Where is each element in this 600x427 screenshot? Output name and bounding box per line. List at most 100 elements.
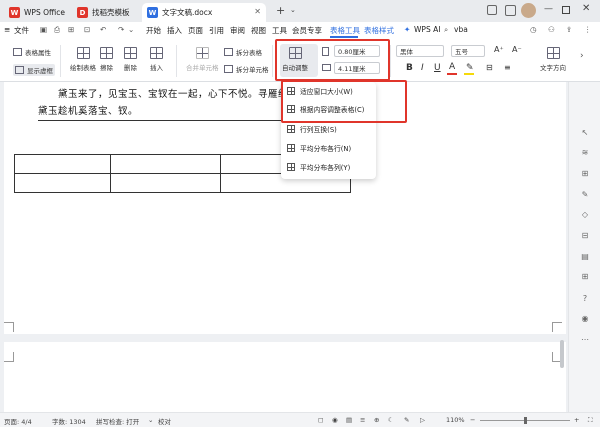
zoom-level[interactable]: 110%: [446, 416, 465, 424]
scrollbar[interactable]: [560, 340, 564, 368]
highlight-icon[interactable]: ✎: [466, 63, 474, 73]
collab-icon[interactable]: ⚇: [548, 25, 555, 34]
shape-icon[interactable]: ◇: [580, 210, 590, 220]
cursor-icon[interactable]: ↖: [580, 128, 590, 138]
menu-start[interactable]: 开始: [146, 25, 161, 36]
zoom-out-icon[interactable]: −: [470, 416, 475, 424]
location-icon[interactable]: ◉: [580, 314, 590, 324]
delete-button[interactable]: 删除: [124, 47, 137, 72]
menu-item-distribute-cols[interactable]: 平均分布各列(Y): [287, 161, 350, 173]
chevron-down-icon[interactable]: ⌄: [290, 6, 296, 14]
table-props-button[interactable]: 表格属性: [13, 47, 51, 57]
window-close-icon[interactable]: ✕: [582, 3, 590, 14]
font-size-select[interactable]: 五号: [451, 45, 485, 57]
avatar[interactable]: [521, 3, 536, 18]
history-icon[interactable]: ◷: [530, 25, 537, 34]
new-tab-icon[interactable]: +: [276, 4, 285, 17]
style-icon[interactable]: ≋: [580, 148, 590, 158]
font-color-button[interactable]: A: [449, 62, 455, 72]
window-layout-icon[interactable]: [487, 5, 497, 15]
fullscreen-icon[interactable]: ⛶: [588, 416, 593, 425]
menu-insert[interactable]: 插入: [167, 25, 182, 36]
zoom-slider-thumb[interactable]: [524, 417, 527, 424]
tab-docer[interactable]: D 找稻壳模板: [72, 3, 138, 22]
font-grow-icon[interactable]: A⁺: [494, 45, 504, 54]
redo-icon[interactable]: ↷: [118, 25, 124, 34]
help-icon[interactable]: ?: [580, 294, 590, 304]
word-count[interactable]: 字数: 1304: [52, 416, 86, 426]
menu-page[interactable]: 页面: [188, 25, 203, 36]
search-text[interactable]: vba: [454, 25, 468, 34]
minimize-icon[interactable]: —: [544, 4, 553, 14]
close-icon[interactable]: ✕: [254, 7, 261, 16]
undo-icon[interactable]: ↶: [100, 25, 106, 34]
save-icon[interactable]: ▣: [40, 25, 47, 34]
table-cell[interactable]: [14, 173, 111, 193]
page-view-icon[interactable]: ▤: [346, 416, 352, 424]
insert-button[interactable]: 插入: [150, 47, 163, 72]
align-icon[interactable]: ≡: [504, 63, 511, 72]
format-icon[interactable]: ⊞: [580, 169, 590, 179]
spell-check[interactable]: 拼写检查: 打开: [96, 416, 139, 426]
menu-member[interactable]: 会员专享: [292, 25, 322, 36]
menu-file[interactable]: 文件: [14, 25, 29, 36]
grid-tool-icon[interactable]: ⊟: [580, 231, 590, 241]
menu-wps-ai[interactable]: WPS AI: [414, 25, 440, 34]
more-tools-icon[interactable]: ⋯: [580, 335, 590, 345]
show-grid-button[interactable]: 显示虚框: [13, 64, 55, 76]
menu-review[interactable]: 审阅: [230, 25, 245, 36]
menu-item-transpose[interactable]: 行列互换(S): [287, 123, 337, 135]
outline-view-icon[interactable]: ≡: [360, 416, 365, 424]
menu-table-tools[interactable]: 表格工具: [330, 25, 360, 36]
export-icon[interactable]: ⎙: [54, 25, 60, 35]
menu-view[interactable]: 视图: [251, 25, 266, 36]
tab-label: 文字文稿.docx: [162, 8, 213, 17]
right-sidebar: ↖ ≋ ⊞ ✎ ◇ ⊟ ▤ ⊞ ? ◉ ⋯: [568, 82, 600, 412]
menu-item-distribute-rows[interactable]: 平均分布各行(N): [287, 142, 351, 154]
font-name-select[interactable]: 黑体: [396, 45, 444, 57]
menu-reference[interactable]: 引用: [209, 25, 224, 36]
table-cell[interactable]: [14, 154, 111, 174]
chevron-down-icon[interactable]: ⌄: [148, 416, 153, 424]
maximize-icon[interactable]: [562, 6, 570, 14]
tile-windows-icon[interactable]: [505, 5, 516, 16]
more-icon[interactable]: ⌄: [128, 25, 134, 34]
print-icon[interactable]: ⊞: [68, 25, 74, 34]
read-view-icon[interactable]: ☾: [388, 416, 394, 424]
view-icon[interactable]: ◉: [332, 416, 338, 424]
pen-icon[interactable]: ✎: [580, 190, 590, 200]
chevron-right-icon[interactable]: ›: [580, 51, 584, 61]
tab-wps-office[interactable]: W WPS Office: [4, 3, 70, 22]
write-view-icon[interactable]: ✎: [404, 416, 409, 424]
merge-cells-button[interactable]: 合并单元格: [186, 47, 219, 72]
hamburger-icon[interactable]: ≡: [4, 25, 10, 34]
focus-mode-icon[interactable]: ◻: [318, 416, 323, 424]
tab-document[interactable]: W 文字文稿.docx ✕: [142, 3, 266, 22]
more-menu-icon[interactable]: ⋮: [584, 25, 592, 34]
menu-tools[interactable]: 工具: [272, 25, 287, 36]
italic-button[interactable]: I: [421, 63, 424, 73]
table-tool-icon[interactable]: ⊞: [580, 272, 590, 282]
split-table-button[interactable]: 拆分表格: [224, 47, 262, 57]
menu-table-style[interactable]: 表格样式: [364, 25, 394, 36]
layout-icon[interactable]: ▤: [580, 252, 590, 262]
draw-table-icon: [76, 47, 90, 59]
table-cell[interactable]: [110, 173, 221, 193]
zoom-in-icon[interactable]: +: [574, 416, 579, 424]
search-icon[interactable]: ⌕: [444, 25, 448, 35]
bold-button[interactable]: B: [406, 63, 413, 73]
play-icon[interactable]: ▷: [420, 416, 425, 424]
char-shading-icon[interactable]: ⊟: [486, 63, 493, 72]
preview-icon[interactable]: ⊡: [84, 25, 90, 34]
draw-table-button[interactable]: 绘制表格: [70, 47, 96, 72]
font-shrink-icon[interactable]: A⁻: [512, 45, 522, 54]
split-cells-button[interactable]: 拆分单元格: [224, 64, 269, 74]
web-view-icon[interactable]: ⊕: [374, 416, 379, 424]
text-direction-button[interactable]: 文字方向: [540, 47, 566, 72]
erase-button[interactable]: 擦除: [100, 47, 113, 72]
underline-button[interactable]: U: [434, 63, 441, 73]
page-indicator[interactable]: 页面: 4/4: [4, 416, 32, 426]
proofread[interactable]: 校对: [158, 416, 171, 426]
share-icon[interactable]: ⇪: [566, 25, 572, 34]
table-cell[interactable]: [110, 154, 221, 174]
